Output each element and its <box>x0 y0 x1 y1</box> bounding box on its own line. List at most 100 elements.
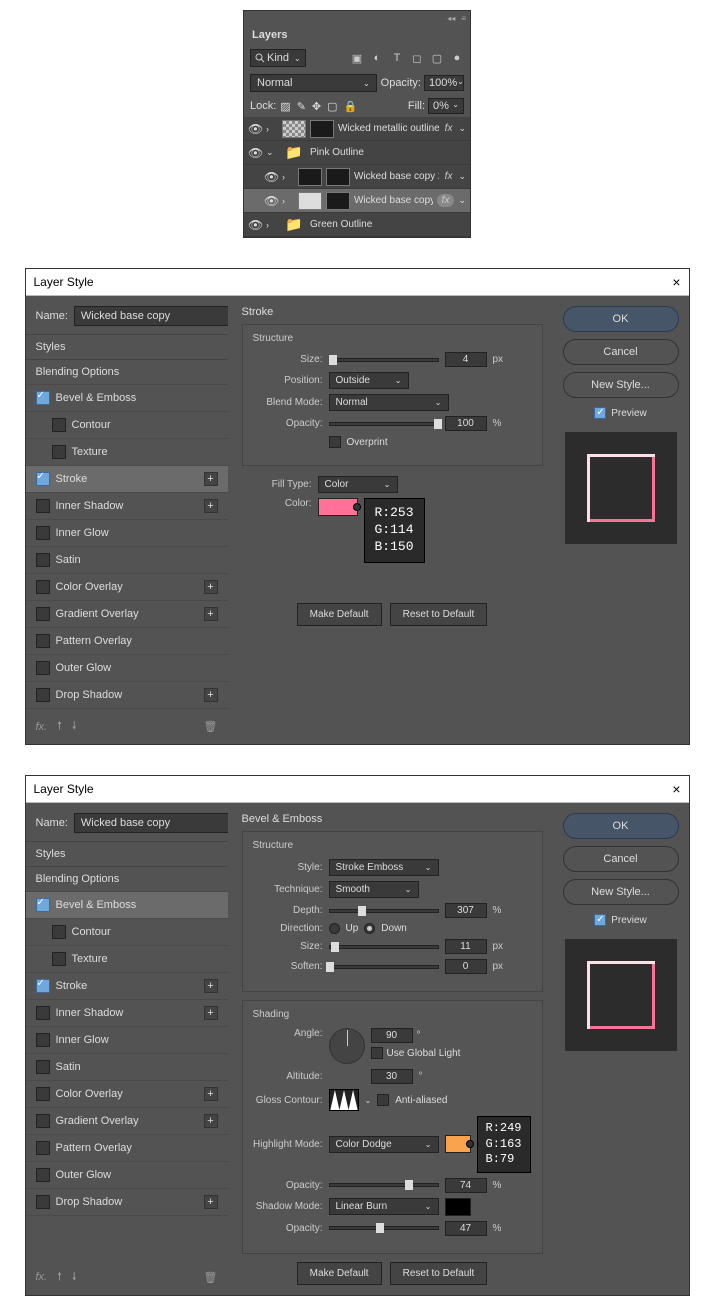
soften-input[interactable] <box>445 959 487 974</box>
direction-down-radio[interactable] <box>364 923 375 934</box>
add-icon[interactable]: + <box>204 688 218 702</box>
styles-header[interactable]: Styles <box>26 334 228 360</box>
style-stroke[interactable]: Stroke+ <box>26 973 228 1000</box>
styles-header[interactable]: Styles <box>26 841 228 867</box>
style-dropdown[interactable]: Stroke Emboss⌄ <box>329 859 439 876</box>
visibility-icon[interactable]: 👁 <box>248 146 262 160</box>
depth-slider[interactable] <box>329 909 439 913</box>
visibility-icon[interactable]: 👁 <box>248 122 262 136</box>
style-pattern-overlay[interactable]: Pattern Overlay <box>26 1135 228 1162</box>
blend-mode-dropdown[interactable]: Normal⌄ <box>250 74 377 92</box>
collapse-icon[interactable]: ◂◂ <box>447 14 455 23</box>
style-contour[interactable]: Contour <box>26 412 228 439</box>
layer-thumb[interactable] <box>326 168 350 186</box>
style-color-overlay[interactable]: Color Overlay+ <box>26 1081 228 1108</box>
visibility-icon[interactable]: 👁 <box>264 170 278 184</box>
layer-thumb[interactable] <box>298 192 322 210</box>
add-icon[interactable]: + <box>204 979 218 993</box>
layer-name-input[interactable] <box>74 813 230 833</box>
blend-mode-dropdown[interactable]: Normal⌄ <box>329 394 449 411</box>
shadow-mode-dropdown[interactable]: Linear Burn⌄ <box>329 1198 439 1215</box>
cancel-button[interactable]: Cancel <box>563 339 679 365</box>
opacity-slider[interactable] <box>329 422 439 426</box>
lock-position-icon[interactable]: ✥ <box>312 100 321 113</box>
move-up-icon[interactable]: 🠕 <box>57 1268 62 1287</box>
layer-name-input[interactable] <box>74 306 230 326</box>
add-icon[interactable]: + <box>204 607 218 621</box>
style-drop-shadow[interactable]: Drop Shadow+ <box>26 682 228 709</box>
style-drop-shadow[interactable]: Drop Shadow+ <box>26 1189 228 1216</box>
layer-thumb[interactable] <box>326 192 350 210</box>
style-blending-options[interactable]: Blending Options <box>26 867 228 892</box>
style-pattern-overlay[interactable]: Pattern Overlay <box>26 628 228 655</box>
shadow-opacity-input[interactable] <box>445 1221 487 1236</box>
opacity-value-input[interactable]: 100%⌄ <box>424 75 464 91</box>
visibility-icon[interactable]: 👁 <box>264 194 278 208</box>
expand-icon[interactable]: › <box>266 124 278 134</box>
style-contour[interactable]: Contour <box>26 919 228 946</box>
overprint-checkbox[interactable] <box>329 436 341 448</box>
add-icon[interactable]: + <box>204 1195 218 1209</box>
fx-indicator[interactable]: fx <box>443 171 455 182</box>
fill-value-input[interactable]: 0%⌄ <box>428 98 464 114</box>
filter-type-icon[interactable]: T <box>390 51 404 65</box>
expand-icon[interactable]: › <box>282 172 294 182</box>
fx-expand-icon[interactable]: ⌄ <box>458 123 466 134</box>
anti-aliased-checkbox[interactable] <box>377 1094 389 1106</box>
style-bevel-emboss[interactable]: Bevel & Emboss <box>26 385 228 412</box>
technique-dropdown[interactable]: Smooth⌄ <box>329 881 419 898</box>
add-icon[interactable]: + <box>204 1006 218 1020</box>
opacity-input[interactable] <box>445 416 487 431</box>
layer-item-selected[interactable]: 👁 › Wicked base copy fx ⌄ <box>244 189 470 213</box>
filter-smart-icon[interactable]: ▢ <box>430 51 444 65</box>
layer-thumb[interactable] <box>310 120 334 138</box>
new-style-button[interactable]: New Style... <box>563 879 679 905</box>
style-color-overlay[interactable]: Color Overlay+ <box>26 574 228 601</box>
layers-tab[interactable]: Layers <box>244 25 470 45</box>
style-bevel-emboss[interactable]: Bevel & Emboss <box>26 892 228 919</box>
fx-indicator[interactable]: fx <box>437 194 455 207</box>
style-blending-options[interactable]: Blending Options <box>26 360 228 385</box>
fx-expand-icon[interactable]: ⌄ <box>458 171 466 182</box>
make-default-button[interactable]: Make Default <box>297 603 382 626</box>
add-icon[interactable]: + <box>204 1087 218 1101</box>
add-icon[interactable]: + <box>204 1114 218 1128</box>
filter-shape-icon[interactable]: ◻ <box>410 51 424 65</box>
move-up-icon[interactable]: 🠕 <box>57 717 62 736</box>
add-icon[interactable]: + <box>204 472 218 486</box>
expand-icon[interactable]: ⌄ <box>266 147 278 158</box>
gloss-contour-picker[interactable] <box>329 1089 359 1111</box>
style-inner-shadow[interactable]: Inner Shadow+ <box>26 493 228 520</box>
new-style-button[interactable]: New Style... <box>563 372 679 398</box>
lock-brush-icon[interactable]: ✎ <box>297 100 306 113</box>
add-icon[interactable]: + <box>204 499 218 513</box>
preview-checkbox[interactable] <box>594 914 606 926</box>
move-down-icon[interactable]: 🠗 <box>72 717 77 736</box>
lock-artboard-icon[interactable]: ▢ <box>327 100 337 113</box>
cancel-button[interactable]: Cancel <box>563 846 679 872</box>
make-default-button[interactable]: Make Default <box>297 1262 382 1285</box>
filter-adjust-icon[interactable]: ◐ <box>370 51 384 65</box>
trash-icon[interactable]: 🗑 <box>204 720 218 733</box>
style-gradient-overlay[interactable]: Gradient Overlay+ <box>26 1108 228 1135</box>
layer-thumb[interactable] <box>298 168 322 186</box>
close-icon[interactable]: × <box>672 781 680 797</box>
global-light-checkbox[interactable] <box>371 1047 383 1059</box>
lock-transparent-icon[interactable]: ▨ <box>280 100 290 113</box>
style-inner-glow[interactable]: Inner Glow <box>26 1027 228 1054</box>
fill-type-dropdown[interactable]: Color⌄ <box>318 476 398 493</box>
style-satin[interactable]: Satin <box>26 1054 228 1081</box>
filter-toggle-icon[interactable]: ● <box>450 51 464 65</box>
angle-input[interactable] <box>371 1028 413 1043</box>
highlight-mode-dropdown[interactable]: Color Dodge⌄ <box>329 1136 439 1153</box>
reset-default-button[interactable]: Reset to Default <box>390 1262 488 1285</box>
fx-menu-icon[interactable]: fx. <box>36 721 48 733</box>
move-down-icon[interactable]: 🠗 <box>72 1268 77 1287</box>
style-inner-shadow[interactable]: Inner Shadow+ <box>26 1000 228 1027</box>
ok-button[interactable]: OK <box>563 306 679 332</box>
style-satin[interactable]: Satin <box>26 547 228 574</box>
color-swatch[interactable] <box>318 498 358 516</box>
style-stroke[interactable]: Stroke+ <box>26 466 228 493</box>
style-texture[interactable]: Texture <box>26 439 228 466</box>
layer-group-item[interactable]: 👁 ⌄ 📁 Pink Outline <box>244 141 470 165</box>
